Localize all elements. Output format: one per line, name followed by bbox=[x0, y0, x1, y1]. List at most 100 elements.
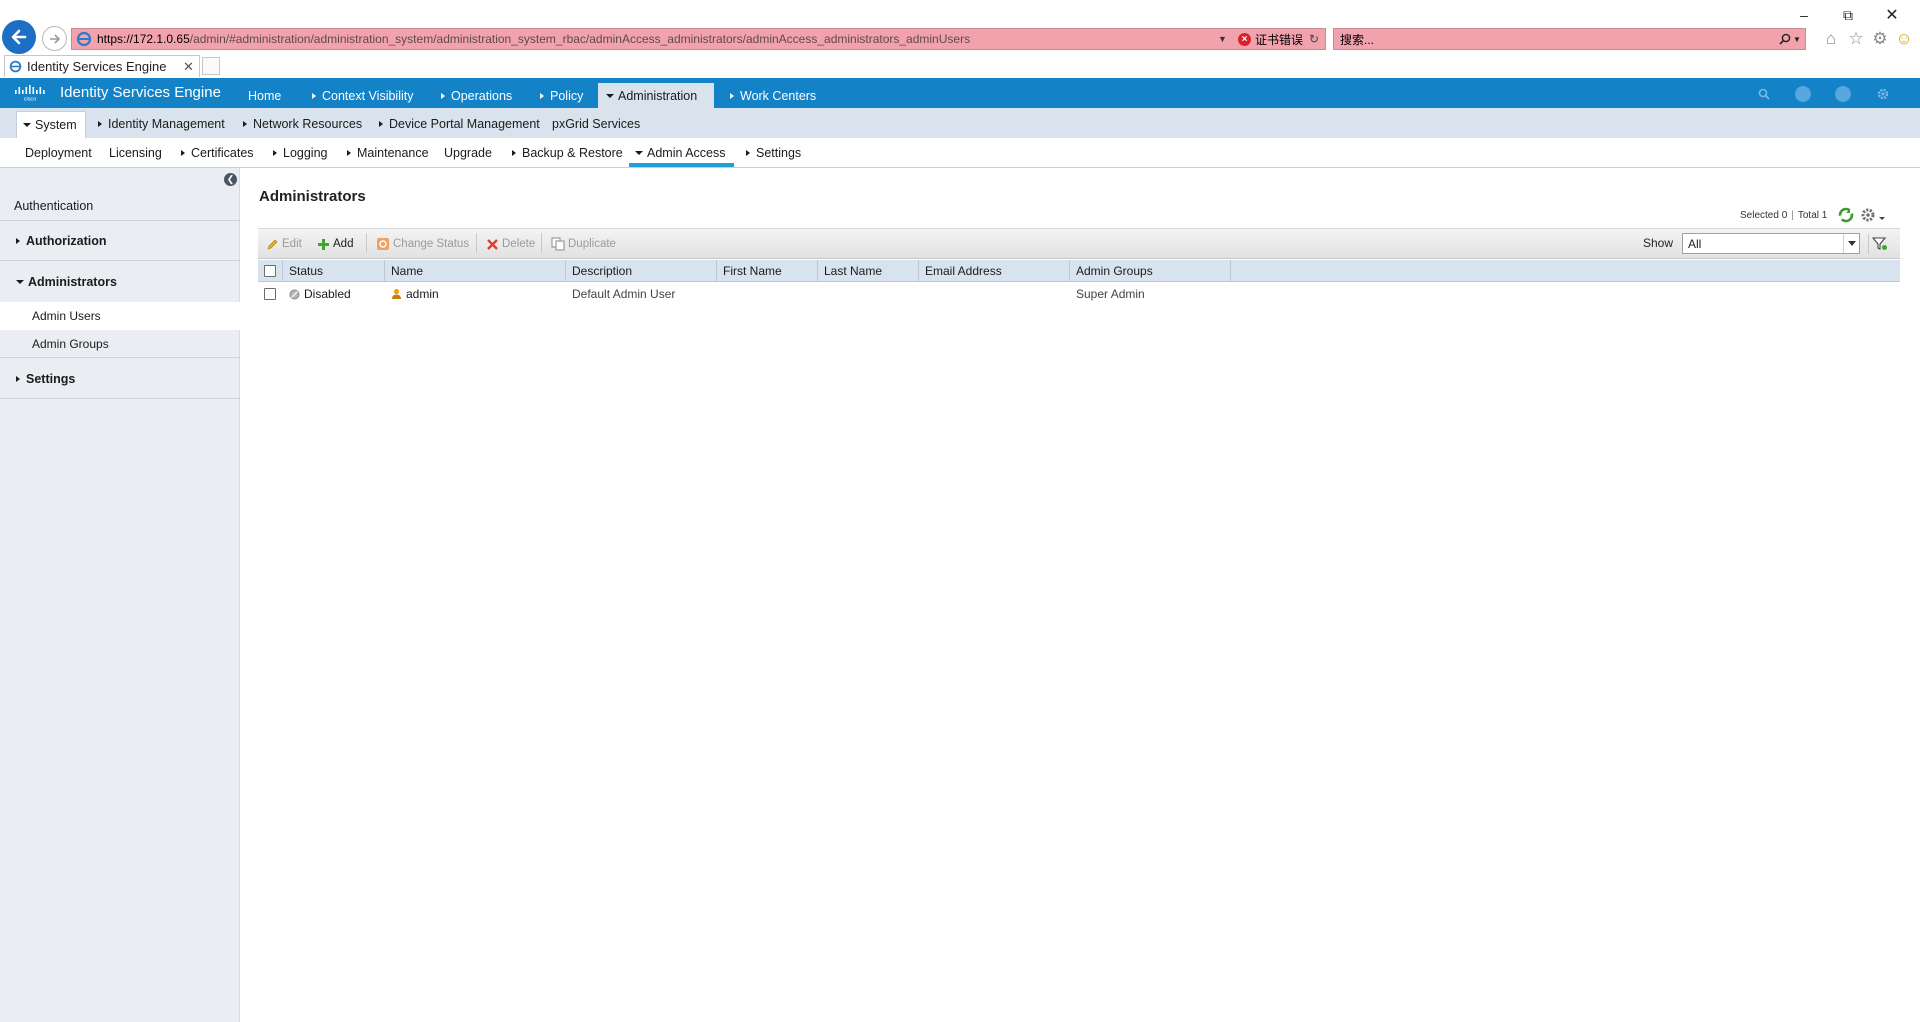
subnav-system-label: System bbox=[35, 118, 77, 132]
show-filter-select[interactable]: All bbox=[1682, 233, 1860, 254]
back-button[interactable] bbox=[2, 20, 36, 54]
tab-upgrade[interactable]: Upgrade bbox=[438, 142, 498, 163]
cell-status: Disabled bbox=[283, 284, 385, 304]
admin-user-icon bbox=[392, 288, 401, 299]
nav-operations[interactable]: Operations bbox=[433, 84, 520, 108]
sidebar-item-administrators[interactable]: Administrators bbox=[0, 262, 240, 302]
header-search-icon[interactable] bbox=[1756, 86, 1772, 102]
cell-email-address bbox=[919, 284, 1070, 304]
forward-arrow-icon bbox=[49, 33, 60, 44]
column-header-label: First Name bbox=[723, 264, 782, 278]
column-header-description[interactable]: Description bbox=[566, 260, 717, 282]
sidebar-item-label: Admin Groups bbox=[32, 336, 109, 351]
tab-admin-access-label: Admin Access bbox=[647, 145, 726, 160]
nav-context-visibility[interactable]: Context Visibility bbox=[304, 84, 421, 108]
show-filter-value: All bbox=[1688, 236, 1702, 251]
collapse-sidebar-icon[interactable]: ❮ bbox=[224, 173, 237, 186]
table-settings-gear-icon[interactable] bbox=[1860, 207, 1886, 223]
tab-licensing[interactable]: Licensing bbox=[103, 142, 168, 163]
favorites-star-icon[interactable]: ☆ bbox=[1845, 28, 1867, 50]
settings-gear-icon[interactable] bbox=[1875, 86, 1891, 102]
tab-backup-restore[interactable]: Backup & Restore bbox=[506, 142, 629, 163]
home-icon[interactable]: ⌂ bbox=[1820, 28, 1842, 50]
caret-down-icon bbox=[606, 93, 614, 98]
column-header-status[interactable]: Status bbox=[283, 260, 385, 282]
pencil-icon bbox=[267, 239, 278, 249]
caret-right-icon bbox=[379, 121, 383, 127]
subnav-device-portal-management[interactable]: Device Portal Management bbox=[373, 113, 546, 135]
search-placeholder: 搜索... bbox=[1340, 32, 1375, 47]
tab-settings[interactable]: Settings bbox=[740, 142, 807, 163]
select-all-checkbox[interactable] bbox=[264, 265, 276, 277]
smiley-feedback-icon[interactable]: ☺ bbox=[1893, 28, 1915, 50]
caret-down-icon bbox=[23, 123, 31, 127]
total-count: Total 1 bbox=[1797, 210, 1828, 221]
tab-certificates-label: Certificates bbox=[191, 145, 254, 160]
add-button[interactable]: Add bbox=[317, 234, 353, 254]
subnav-identity-management-label: Identity Management bbox=[108, 117, 225, 131]
close-tab-icon[interactable]: ✕ bbox=[183, 59, 199, 75]
error-icon: × bbox=[1237, 32, 1251, 46]
tab-deployment[interactable]: Deployment bbox=[19, 142, 98, 163]
row-checkbox[interactable] bbox=[264, 288, 276, 300]
change-status-label: Change Status bbox=[393, 238, 470, 250]
browser-tab[interactable]: Identity Services Engine ✕ bbox=[4, 55, 200, 77]
change-status-button[interactable]: Change Status bbox=[376, 234, 469, 254]
sidebar-item-label: Admin Users bbox=[32, 309, 101, 323]
sidebar-item-settings[interactable]: Settings bbox=[0, 359, 240, 399]
show-filter-label: Show bbox=[1643, 236, 1674, 250]
nav-home[interactable]: Home bbox=[240, 84, 289, 108]
duplicate-button[interactable]: Duplicate bbox=[551, 234, 616, 254]
sidebar-item-label: Authentication bbox=[14, 199, 94, 213]
refresh-icon[interactable] bbox=[1838, 207, 1854, 223]
nav-policy[interactable]: Policy bbox=[532, 84, 591, 108]
column-header-last-name[interactable]: Last Name bbox=[818, 260, 919, 282]
forward-button[interactable] bbox=[42, 26, 67, 51]
address-bar[interactable]: https://172.1.0.65/admin/#administration… bbox=[71, 28, 1326, 50]
subnav-system[interactable]: System bbox=[16, 111, 86, 138]
tab-certificates[interactable]: Certificates bbox=[175, 142, 260, 163]
delete-button[interactable]: Delete bbox=[486, 234, 535, 254]
caret-right-icon bbox=[746, 149, 750, 156]
name-text[interactable]: admin bbox=[406, 287, 439, 301]
page-title: Administrators bbox=[259, 188, 366, 205]
column-header-first-name[interactable]: First Name bbox=[717, 260, 818, 282]
tools-gear-icon[interactable]: ⚙ bbox=[1869, 28, 1891, 50]
edit-button[interactable]: Edit bbox=[266, 234, 302, 254]
change-status-icon bbox=[377, 238, 389, 250]
tab-admin-access[interactable]: Admin Access bbox=[629, 142, 734, 167]
sidebar-item-authentication[interactable]: Authentication bbox=[0, 194, 240, 218]
product-name: Identity Services Engine bbox=[60, 84, 221, 101]
nav-operations-label: Operations bbox=[451, 89, 513, 103]
plus-icon bbox=[318, 238, 329, 250]
help-icon[interactable] bbox=[1795, 86, 1811, 102]
column-header-email-address[interactable]: Email Address bbox=[919, 260, 1070, 282]
brand[interactable]: cisco Identity Services Engine bbox=[14, 84, 221, 101]
subnav-pxgrid-services[interactable]: pxGrid Services bbox=[546, 113, 646, 135]
tab-logging[interactable]: Logging bbox=[267, 142, 334, 163]
sidebar-item-admin-groups[interactable]: Admin Groups bbox=[0, 330, 240, 358]
filter-icon bbox=[1871, 237, 1887, 250]
sidebar-item-admin-users[interactable]: Admin Users bbox=[0, 302, 240, 330]
subnav-identity-management[interactable]: Identity Management bbox=[92, 113, 231, 135]
nav-work-centers[interactable]: Work Centers bbox=[722, 84, 824, 108]
minimize-window-button[interactable]: – bbox=[1791, 4, 1817, 26]
address-dropdown-icon[interactable]: ▼ bbox=[1218, 34, 1232, 44]
restore-window-button[interactable]: ⧉ bbox=[1835, 4, 1861, 26]
status-icon[interactable] bbox=[1835, 86, 1851, 102]
column-header-name[interactable]: Name bbox=[385, 260, 566, 282]
refresh-icon[interactable]: ↻ bbox=[1309, 32, 1325, 46]
certificate-error-indicator[interactable]: × 证书错误 bbox=[1232, 31, 1309, 48]
caret-right-icon bbox=[730, 93, 734, 99]
sidebar-item-authorization[interactable]: Authorization bbox=[0, 221, 240, 261]
nav-administration[interactable]: Administration bbox=[598, 83, 714, 108]
column-header-admin-groups[interactable]: Admin Groups bbox=[1070, 260, 1231, 282]
filter-button[interactable] bbox=[1868, 234, 1890, 254]
new-tab-button[interactable] bbox=[202, 57, 220, 75]
subnav-network-resources-label: Network Resources bbox=[253, 117, 363, 131]
subnav-network-resources[interactable]: Network Resources bbox=[237, 113, 368, 135]
close-window-button[interactable]: ✕ bbox=[1879, 4, 1905, 26]
tab-maintenance[interactable]: Maintenance bbox=[341, 142, 435, 163]
search-icon[interactable]: ▼ bbox=[1775, 33, 1805, 45]
browser-search-box[interactable]: 搜索... ▼ bbox=[1333, 28, 1806, 50]
